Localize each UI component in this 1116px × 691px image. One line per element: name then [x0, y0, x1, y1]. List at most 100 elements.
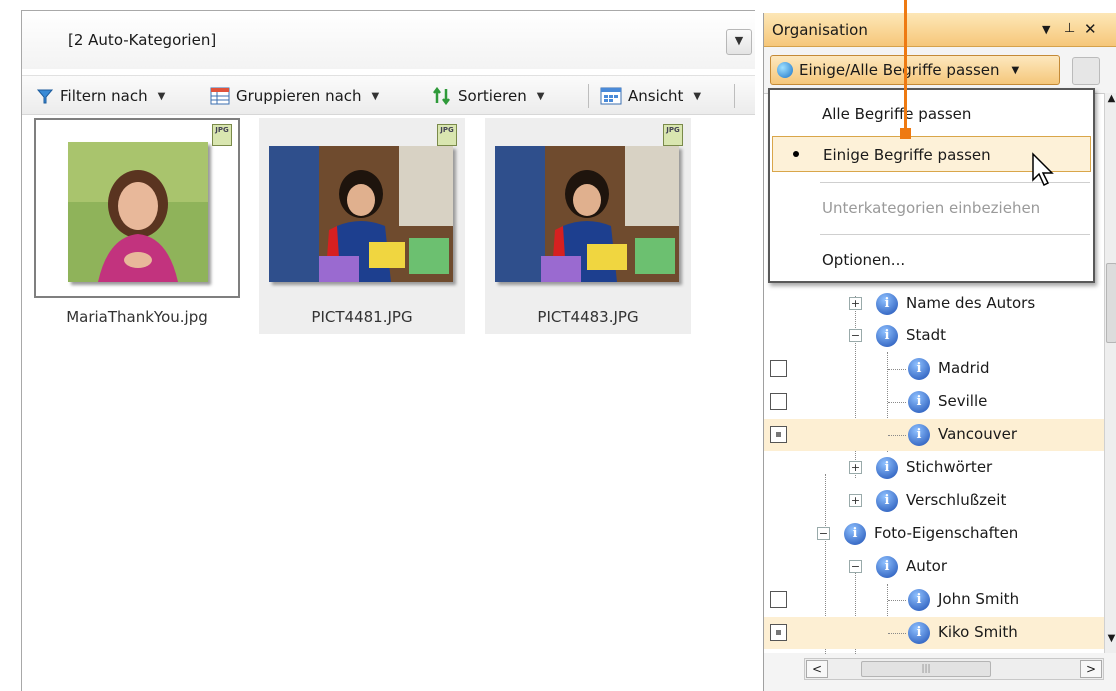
tree-label: Stichwörter: [906, 458, 993, 476]
filter-button[interactable]: Filtern nach ▼: [36, 76, 165, 116]
callout-marker: [900, 128, 911, 139]
info-tag-icon: i: [876, 556, 898, 578]
thumbnail-item[interactable]: JPG MariaThankYou.jpg: [34, 118, 240, 334]
menu-item-include-subcategories[interactable]: Unterkategorien einbeziehen: [772, 190, 1091, 226]
tree-connector: [888, 402, 906, 403]
group-grid-icon: [210, 87, 230, 105]
thumbnail-item[interactable]: JPG PICT4483.JPG: [485, 118, 691, 334]
organizer-title: Organisation: [772, 21, 868, 39]
tree-connector: [888, 600, 906, 601]
tree-row[interactable]: + i Verschlußzeit: [764, 485, 1104, 517]
tree-row[interactable]: + i Stichwörter: [764, 452, 1104, 484]
match-mode-label: Einige/Alle Begriffe passen: [799, 61, 1000, 79]
scroll-left-icon[interactable]: <: [806, 660, 828, 678]
checkbox[interactable]: [770, 393, 787, 410]
menu-item-options[interactable]: Optionen...: [772, 242, 1091, 278]
match-mode-dropdown[interactable]: Einige/Alle Begriffe passen ▼: [770, 55, 1060, 85]
jpg-badge-icon: JPG: [663, 124, 683, 146]
group-label: Gruppieren nach: [236, 87, 362, 105]
close-icon[interactable]: ✕: [1084, 20, 1097, 38]
organizer-header: Organisation ▼ ⊥ ✕: [764, 13, 1116, 47]
collapse-minus-icon[interactable]: −: [849, 329, 862, 342]
scroll-thumb[interactable]: [1106, 263, 1116, 343]
thumbnail-caption: MariaThankYou.jpg: [66, 308, 208, 326]
tree-row-selected[interactable]: i Vancouver: [764, 419, 1104, 451]
chevron-down-icon: ▼: [693, 90, 702, 102]
collapse-minus-icon[interactable]: −: [849, 560, 862, 573]
expand-plus-icon[interactable]: +: [849, 494, 862, 507]
menu-separator: [820, 234, 1090, 235]
info-tag-icon: i: [908, 424, 930, 446]
tree-row[interactable]: i John Smith: [764, 584, 1104, 616]
filter-label: Filtern nach: [60, 87, 148, 105]
tree-label: Seville: [938, 392, 988, 410]
funnel-icon: [36, 89, 54, 104]
info-tag-icon: i: [876, 293, 898, 315]
pin-icon[interactable]: ⊥: [1064, 21, 1075, 36]
pane-menu-chevron-icon[interactable]: ▼: [1042, 23, 1050, 36]
tree-label: Foto-Eigenschaften: [874, 524, 1019, 542]
info-tag-icon: i: [876, 490, 898, 512]
tree-connector: [888, 369, 906, 370]
chevron-down-icon: ▼: [371, 90, 380, 102]
checkbox-partial[interactable]: [770, 624, 787, 641]
info-tag-icon: i: [908, 391, 930, 413]
delete-button[interactable]: [1072, 57, 1100, 85]
tree-row[interactable]: − i Autor: [764, 551, 1104, 583]
scroll-right-icon[interactable]: >: [1080, 660, 1102, 678]
globe-icon: [777, 62, 793, 78]
view-button[interactable]: Ansicht ▼: [600, 76, 701, 116]
menu-item-label: Optionen...: [822, 251, 906, 269]
info-tag-icon: i: [876, 325, 898, 347]
view-thumbnails-icon: [600, 87, 622, 105]
checkbox-partial[interactable]: [770, 426, 787, 443]
category-dropdown-button[interactable]: ▼: [726, 29, 752, 55]
tree-label: Name des Autors: [906, 294, 1036, 312]
info-tag-icon: i: [908, 358, 930, 380]
tree-row[interactable]: i Seville: [764, 386, 1104, 418]
toolbar-separator: [734, 84, 735, 108]
scroll-down-icon[interactable]: ▼: [1105, 633, 1116, 653]
tree-row-selected[interactable]: i Kiko Smith: [764, 617, 1104, 649]
vertical-scrollbar[interactable]: ▲ ▼: [1104, 93, 1116, 653]
toolbar: Filtern nach ▼ Gruppieren nach ▼ Sortier…: [22, 75, 755, 115]
menu-item-label: Alle Begriffe passen: [822, 105, 972, 123]
info-tag-icon: i: [876, 457, 898, 479]
scroll-up-icon[interactable]: ▲: [1105, 93, 1116, 113]
chevron-down-icon: ▼: [157, 90, 166, 102]
group-button[interactable]: Gruppieren nach ▼: [210, 76, 379, 116]
tree-row[interactable]: − i Foto-Eigenschaften: [764, 518, 1104, 550]
horizontal-scrollbar[interactable]: < ||| >: [804, 658, 1104, 680]
checkbox[interactable]: [770, 360, 787, 377]
category-label: [2 Auto-Kategorien]: [68, 31, 217, 49]
sort-button[interactable]: Sortieren ▼: [432, 76, 544, 116]
tree-row[interactable]: i Madrid: [764, 353, 1104, 385]
tree-row[interactable]: + i Name des Autors: [764, 288, 1104, 320]
file-browser-pane: [2 Auto-Kategorien] ▼ Filtern nach ▼ Gru…: [21, 10, 755, 691]
tree-label: John Smith: [938, 590, 1020, 608]
collapse-minus-icon[interactable]: −: [817, 527, 830, 540]
info-tag-icon: i: [908, 622, 930, 644]
scroll-thumb[interactable]: |||: [861, 661, 991, 677]
photo-child-with-gifts: [495, 146, 679, 282]
sort-arrows-icon: [433, 87, 450, 105]
info-tag-icon: i: [908, 589, 930, 611]
menu-item-all-terms[interactable]: Alle Begriffe passen: [772, 96, 1091, 132]
radio-bullet-icon: [793, 151, 799, 157]
view-label: Ansicht: [628, 87, 684, 105]
photo-girl-portrait: [68, 142, 208, 282]
checkbox[interactable]: [770, 591, 787, 608]
callout-line: [904, 0, 907, 133]
sort-label: Sortieren: [458, 87, 527, 105]
chevron-down-icon: ▼: [1011, 64, 1020, 76]
tree-label: Vancouver: [938, 425, 1017, 443]
thumbnail-item[interactable]: JPG PICT4481.JPG: [259, 118, 465, 334]
jpg-badge-icon: JPG: [212, 124, 232, 146]
tree-label: Autor: [906, 557, 947, 575]
tree-connector: [888, 633, 906, 634]
jpg-badge-icon: JPG: [437, 124, 457, 146]
tree-row[interactable]: − i Stadt: [764, 320, 1104, 352]
menu-item-label: Unterkategorien einbeziehen: [822, 199, 1041, 217]
expand-plus-icon[interactable]: +: [849, 461, 862, 474]
expand-plus-icon[interactable]: +: [849, 297, 862, 310]
